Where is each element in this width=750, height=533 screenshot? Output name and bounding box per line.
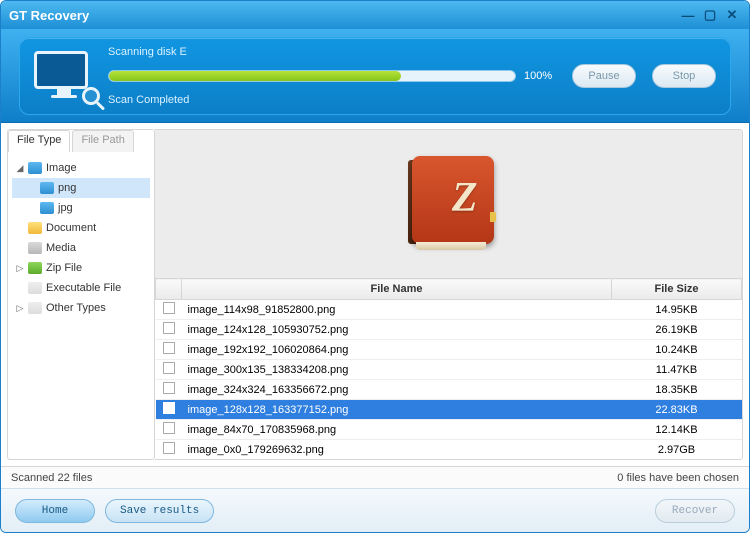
folder-icon [28,222,42,234]
table-row[interactable]: image_114x98_91852800.png14.95KB [156,300,742,320]
cell-filename: image_300x135_138334208.png [182,360,612,380]
table-row[interactable]: image_84x70_170835968.png12.14KB [156,420,742,440]
cell-filename: image_0x0_179269632.png [182,440,612,460]
row-checkbox[interactable] [163,322,175,334]
minimize-button[interactable]: — [679,6,697,24]
pause-button[interactable]: Pause [572,64,636,88]
cell-filesize: 26.19KB [612,320,742,340]
scanning-label: Scanning disk E [108,46,716,58]
cell-filesize: 22.83KB [612,400,742,420]
folder-icon [28,282,42,294]
tree-node-exe[interactable]: Executable File [12,278,150,298]
left-panel: File Type File Path ◢Image png jpg Docum… [7,129,155,460]
folder-icon [28,262,42,274]
row-checkbox[interactable] [163,382,175,394]
cell-filename: image_114x98_91852800.png [182,300,612,320]
app-window: GT Recovery — ▢ ✕ Scanning disk E 100% P… [0,0,750,533]
recover-button[interactable]: Recover [655,499,735,523]
table-row[interactable]: image_300x135_138334208.png11.47KB [156,360,742,380]
tree-node-other[interactable]: ▷Other Types [12,298,150,318]
scan-status: Scan Completed [108,94,716,106]
app-title: GT Recovery [9,8,89,23]
tab-file-path[interactable]: File Path [72,130,133,152]
tree-node-media[interactable]: Media [12,238,150,258]
row-checkbox[interactable] [163,442,175,454]
table-row[interactable]: image_124x128_105930752.png26.19KB [156,320,742,340]
save-results-button[interactable]: Save results [105,499,214,523]
footer: Home Save results Recover [1,488,749,532]
scan-header: Scanning disk E 100% Pause Stop Scan Com… [1,29,749,123]
progress-bar [108,70,516,82]
cell-filesize: 11.47KB [612,360,742,380]
status-bar: Scanned 22 files 0 files have been chose… [1,466,749,488]
cell-filesize: 10.24KB [612,340,742,360]
row-checkbox[interactable] [163,362,175,374]
tree-node-image[interactable]: ◢Image [12,158,150,178]
tab-file-type[interactable]: File Type [8,130,70,152]
scan-panel: Scanning disk E 100% Pause Stop Scan Com… [19,37,731,115]
row-checkbox[interactable] [163,302,175,314]
cell-filesize: 12.14KB [612,420,742,440]
table-row[interactable]: image_192x192_106020864.png10.24KB [156,340,742,360]
cell-filename: image_84x70_170835968.png [182,420,612,440]
cell-filename: image_192x192_106020864.png [182,340,612,360]
close-button[interactable]: ✕ [723,6,741,24]
table-row[interactable]: image_324x324_163356672.png18.35KB [156,380,742,400]
file-type-tree: ◢Image png jpg Document Media ▷Zip File … [8,152,154,324]
stop-button[interactable]: Stop [652,64,716,88]
cell-filename: image_128x128_163377152.png [182,400,612,420]
home-button[interactable]: Home [15,499,95,523]
preview-area: Z [155,130,742,278]
monitor-search-icon [34,51,94,101]
col-checkbox[interactable] [156,279,182,300]
tree-node-jpg[interactable]: jpg [12,198,150,218]
cell-filesize: 2.97GB [612,440,742,460]
progress-percent: 100% [524,70,556,82]
status-right: 0 files have been chosen [617,472,739,484]
row-checkbox[interactable] [163,422,175,434]
cell-filesize: 14.95KB [612,300,742,320]
file-grid[interactable]: File Name File Size image_114x98_9185280… [155,278,742,459]
tree-node-png[interactable]: png [12,178,150,198]
folder-icon [28,302,42,314]
maximize-button[interactable]: ▢ [701,6,719,24]
main-body: File Type File Path ◢Image png jpg Docum… [1,123,749,466]
folder-icon [28,242,42,254]
table-row[interactable]: image_128x128_163377152.png22.83KB [156,400,742,420]
titlebar: GT Recovery — ▢ ✕ [1,1,749,29]
tab-row: File Type File Path [8,130,154,152]
cell-filesize: 18.35KB [612,380,742,400]
folder-icon [28,162,42,174]
cell-filename: image_324x324_163356672.png [182,380,612,400]
row-checkbox[interactable] [163,402,175,414]
scan-info: Scanning disk E 100% Pause Stop Scan Com… [108,46,716,106]
tree-node-document[interactable]: Document [12,218,150,238]
book-icon: Z [404,156,494,252]
right-panel: Z File Name File Size image_114x98_91852… [155,129,743,460]
table-row[interactable]: image_0x0_179269632.png2.97GB [156,440,742,460]
status-left: Scanned 22 files [11,472,92,484]
tree-node-zip[interactable]: ▷Zip File [12,258,150,278]
col-filesize[interactable]: File Size [612,279,742,300]
row-checkbox[interactable] [163,342,175,354]
cell-filename: image_124x128_105930752.png [182,320,612,340]
folder-icon [40,202,54,214]
col-filename[interactable]: File Name [182,279,612,300]
folder-icon [40,182,54,194]
